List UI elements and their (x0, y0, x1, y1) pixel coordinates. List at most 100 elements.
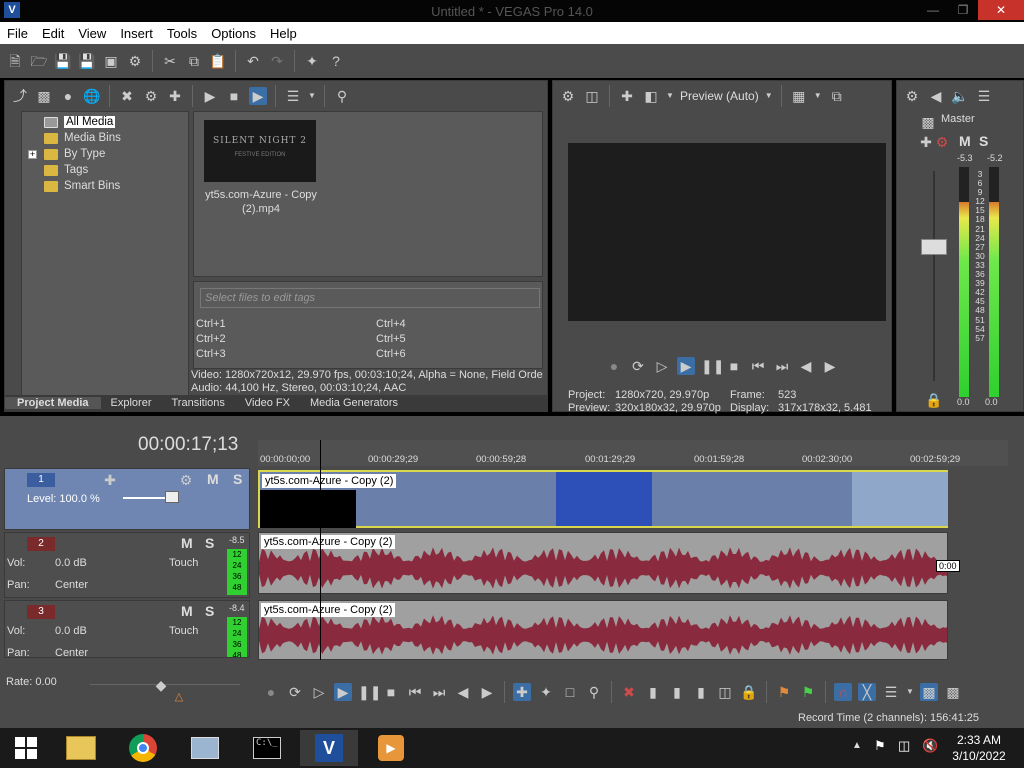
tree-item-tags[interactable]: Tags (22, 162, 188, 178)
track-fx-icon[interactable]: ⚙ (177, 471, 195, 489)
stop-icon[interactable]: ■ (382, 683, 400, 701)
go-to-start-icon[interactable]: ⏮ (749, 357, 767, 375)
menu-view[interactable]: View (71, 26, 113, 41)
split-icon[interactable]: ◫ (716, 683, 734, 701)
remove-media-icon[interactable]: ✖ (118, 87, 136, 105)
tree-item-media-bins[interactable]: Media Bins (22, 130, 188, 146)
preview-properties-icon[interactable]: ⚙ (559, 87, 577, 105)
audio-solo-button[interactable]: S (205, 535, 214, 551)
redo-icon[interactable]: ↷ (268, 52, 286, 70)
video-event[interactable]: yt5s.com-Azure - Copy (2) (258, 470, 948, 528)
copy-icon[interactable]: ⧉ (185, 52, 203, 70)
clock[interactable]: 2:33 AM 3/10/2022 (944, 732, 1014, 764)
system-monitor-taskbar-button[interactable] (176, 730, 234, 766)
audio-event-track-2[interactable]: yt5s.com-Azure - Copy (2) (258, 532, 948, 594)
preview-video-frame[interactable] (568, 143, 886, 321)
audio-solo-button[interactable]: S (205, 603, 214, 619)
trim-end-icon[interactable]: ▮ (692, 683, 710, 701)
snap-icon[interactable]: ✚ (166, 87, 184, 105)
tree-item-all-media[interactable]: All Media (22, 114, 188, 130)
region-icon[interactable]: ⚑ (799, 683, 817, 701)
audio-track-2-header[interactable]: 2 M S -8.5 Vol: 0.0 dB Pan: Center Touch… (4, 532, 250, 598)
master-properties-icon[interactable]: ⚙ (903, 87, 921, 105)
action-center-flag-icon[interactable]: ⚑ (874, 738, 886, 754)
media-player-taskbar-button[interactable]: ▶ (362, 730, 420, 766)
cut-icon[interactable]: ✂ (161, 52, 179, 70)
start-button[interactable] (0, 730, 52, 766)
views-icon[interactable]: ☰ (284, 87, 302, 105)
video-mute-button[interactable]: M (207, 471, 219, 487)
menu-options[interactable]: Options (204, 26, 263, 41)
cmd-taskbar-button[interactable]: C:\_ (238, 730, 296, 766)
tab-transitions[interactable]: Transitions (162, 397, 235, 409)
downmix-icon[interactable]: ◀ (927, 87, 945, 105)
undo-icon[interactable]: ↶ (244, 52, 262, 70)
preview-dropdown-icon[interactable]: ▼ (666, 87, 674, 105)
play-from-start-icon[interactable]: ▷ (310, 683, 328, 701)
web-icon[interactable]: 🌐 (83, 87, 101, 105)
media-fx-icon[interactable]: ⚙ (142, 87, 160, 105)
normal-edit-tool-icon[interactable]: ✚ (513, 683, 531, 701)
media-file-name[interactable]: yt5s.com-Azure - Copy (2).mp4 (196, 188, 326, 216)
import-media-icon[interactable]: ⤴ (11, 87, 29, 105)
master-fader-handle[interactable] (921, 239, 947, 255)
get-media-icon[interactable]: ● (59, 87, 77, 105)
auto-crossfade-icon[interactable]: ╳ (858, 683, 876, 701)
quality-dropdown-icon[interactable]: ▼ (765, 87, 773, 105)
video-solo-button[interactable]: S (233, 471, 242, 487)
go-to-end-icon[interactable]: ⏭ (773, 357, 791, 375)
media-thumbnail[interactable]: SILENT NIGHT 2 FESTIVE EDITION (204, 120, 316, 182)
external-monitor-icon[interactable]: ◫ (583, 87, 601, 105)
lock-icon[interactable]: 🔒 (925, 391, 943, 409)
stop-icon[interactable]: ■ (725, 357, 743, 375)
minimize-button[interactable]: — (918, 0, 948, 20)
tag-input[interactable]: Select files to edit tags (200, 288, 540, 308)
overlays-icon[interactable]: ▦ (790, 87, 808, 105)
show-hidden-icons[interactable]: ▲ (852, 740, 862, 751)
master-fx-icon[interactable]: ▩ (919, 113, 937, 131)
search-icon[interactable]: ⚲ (333, 87, 351, 105)
split-screen-icon[interactable]: ✚ (618, 87, 636, 105)
loop-icon[interactable]: ⟳ (629, 357, 647, 375)
properties-icon[interactable]: ⚙ (126, 52, 144, 70)
audio-mute-button[interactable]: M (181, 603, 193, 619)
vegas-taskbar-button[interactable]: V (300, 730, 358, 766)
save-as-icon[interactable]: 💾 (78, 52, 96, 70)
pause-icon[interactable]: ❚❚ (701, 357, 724, 375)
playhead-cursor[interactable] (320, 440, 321, 660)
play-icon[interactable]: ▶ (677, 357, 695, 375)
copy-snapshot-icon[interactable]: ⧉ (828, 87, 846, 105)
tab-media-generators[interactable]: Media Generators (300, 397, 408, 409)
trim-icon[interactable]: ▮ (644, 683, 662, 701)
timecode[interactable]: 00:00:17;13 (138, 434, 238, 456)
track-motion-icon[interactable]: ✚ (101, 471, 119, 489)
lock-event-icon[interactable]: 🔒 (740, 683, 758, 701)
play-icon[interactable]: ▶ (334, 683, 352, 701)
ripple-dropdown-icon[interactable]: ▼ (906, 683, 914, 701)
menu-insert[interactable]: Insert (113, 26, 160, 41)
mixer-icon[interactable]: ☰ (975, 87, 993, 105)
file-explorer-taskbar-button[interactable] (52, 730, 110, 766)
preview-mode-icon[interactable]: ◧ (642, 87, 660, 105)
close-button[interactable]: ✕ (978, 0, 1024, 20)
dim-output-icon[interactable]: 🔈 (951, 87, 969, 105)
audio-track-3-header[interactable]: 3 M S -8.4 Vol: 0.0 dB Pan: Center Touch… (4, 600, 250, 658)
overlays-dropdown-icon[interactable]: ▼ (814, 87, 822, 105)
play-icon[interactable]: ▶ (201, 87, 219, 105)
expand-icon[interactable]: + (28, 149, 37, 159)
ignore-grouping-icon[interactable]: ▩ (944, 683, 962, 701)
trim-start-icon[interactable]: ▮ (668, 683, 686, 701)
capture-video-icon[interactable]: ▩ (35, 87, 53, 105)
enable-snapping-icon[interactable]: ✦ (303, 52, 321, 70)
loop-icon[interactable]: ⟳ (286, 683, 304, 701)
master-mute-button[interactable]: M (959, 133, 971, 149)
automation-mode[interactable]: Touch (169, 625, 198, 637)
lock-envelopes-icon[interactable]: ▩ (920, 683, 938, 701)
master-solo-button[interactable]: S (979, 133, 988, 149)
tree-item-smart-bins[interactable]: Smart Bins (22, 178, 188, 194)
marker-icon[interactable]: ⚑ (775, 683, 793, 701)
restore-button[interactable]: ❐ (948, 0, 978, 20)
vegas-app-icon[interactable]: V (4, 2, 20, 18)
next-frame-icon[interactable]: ▶ (478, 683, 496, 701)
paste-icon[interactable]: 📋 (209, 52, 227, 70)
